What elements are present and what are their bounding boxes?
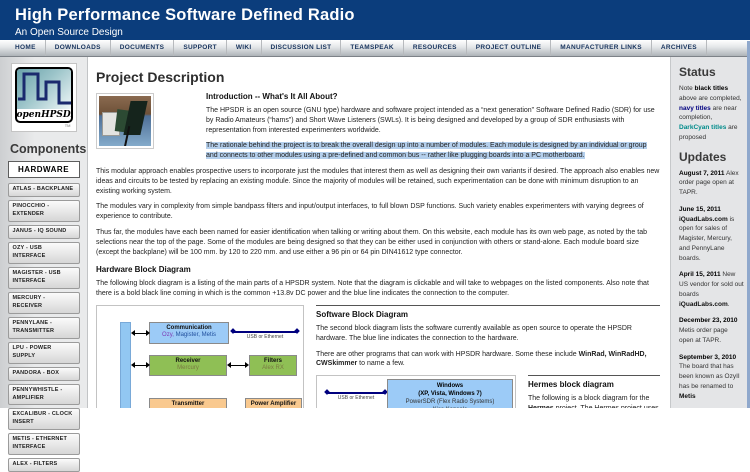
note-black-titles: black titles [695, 85, 729, 92]
hw-box-communication[interactable]: Communication Ozy, Magister, Metis [149, 322, 229, 344]
sidebar-item-magister[interactable]: MAGISTER - USB INTERFACE [8, 267, 80, 289]
page-title: Project Description [96, 69, 660, 85]
status-sidebar: Status Note black titles above are compl… [670, 57, 750, 408]
hermes-paragraph: The following is a block diagram for the… [528, 394, 660, 408]
hw-box-filters-title: Filters [250, 358, 296, 366]
openhpsdr-logo[interactable]: openHPSDR TM [11, 63, 77, 132]
hpsdr-board-photo[interactable] [96, 93, 154, 149]
hermes-heading: Hermes block diagram [528, 380, 660, 389]
hermes-section: Hermes block diagram The following is a … [528, 375, 660, 408]
intro-heading: Introduction -- What's It All About? [206, 92, 660, 101]
hardware-diagram-paragraph: The following block diagram is a listing… [96, 279, 660, 299]
sidebar-item-pandora[interactable]: PANDORA - BOX [8, 367, 80, 381]
site-title: High Performance Software Defined Radio [15, 6, 750, 25]
sidebar-item-metis[interactable]: METIS - ETHERNET INTERFACE [8, 433, 80, 455]
sw-usb-ethernet-line [327, 392, 385, 394]
arrow-receiver-filters [231, 365, 245, 366]
nav-item-downloads[interactable]: DOWNLOADS [46, 40, 111, 56]
arrow-bus-communication [135, 333, 146, 334]
hw-box-receiver[interactable]: Receiver Mercury [149, 355, 227, 376]
main-content: Project Description Introduction -- What… [88, 57, 670, 408]
software-paragraph-2: There are other programs that can work w… [316, 350, 660, 370]
update-entry: April 15, 2011 New US vendor for sold ou… [679, 270, 744, 309]
sidebar-item-pennywhistle[interactable]: PENNYWHISTLE - AMPLIFIER [8, 384, 80, 406]
update-entry: September 3, 2010 The board that has bee… [679, 353, 744, 402]
hardware-diagram-heading: Hardware Block Diagram [96, 265, 660, 274]
note-darkcyan-titles: DarkCyan titles [679, 124, 726, 131]
software-diagram-heading: Software Block Diagram [316, 310, 660, 319]
update-entry: June 15, 2011 iQuadLabs.com is open for … [679, 205, 744, 264]
nav-item-home[interactable]: HOME [6, 40, 46, 56]
intro-paragraph-highlighted: The rationale behind the project is to b… [206, 141, 660, 161]
body-paragraph-modular: This modular approach enables prospectiv… [96, 167, 660, 196]
usb-ethernet-label: USB or Ethernet [233, 334, 297, 340]
nav-item-discussion-list[interactable]: DISCUSSION LIST [262, 40, 342, 56]
sidebar-item-pennylane[interactable]: PENNYLANE - TRANSMITTER [8, 317, 80, 339]
site-subtitle: An Open Source Design [15, 27, 750, 38]
status-note: Note black titles above are completed, n… [679, 84, 744, 143]
circuit-board-image [99, 96, 151, 146]
nav-item-project-outline[interactable]: PROJECT OUTLINE [467, 40, 552, 56]
hw-box-filters[interactable]: Filters Alex RX [249, 355, 297, 376]
nav-item-resources[interactable]: RESOURCES [404, 40, 467, 56]
nav-item-teamspeak[interactable]: TEAMSPEAK [341, 40, 404, 56]
software-section: Software Block Diagram The second block … [316, 305, 660, 408]
link-iquadlabs[interactable]: iQuadLabs.com [679, 216, 728, 223]
body-paragraph-complexity: The modules vary in complexity from simp… [96, 202, 660, 222]
link-magister-metis[interactable]: Magister, Metis [176, 332, 216, 338]
site-header: High Performance Software Defined Radio … [0, 0, 750, 40]
square-wave-icon [17, 69, 71, 109]
nav-item-wiki[interactable]: WIKI [227, 40, 262, 56]
sw-usb-ethernet-label: USB or Ethernet [327, 395, 385, 401]
sidebar-item-pinocchio[interactable]: PINOCCHIO - EXTENDER [8, 200, 80, 222]
link-powersdr[interactable]: PowerSDR (Flex Radio Systems) [388, 399, 512, 407]
atlas-bus-bar[interactable] [120, 322, 131, 408]
intro-paragraph-1: The HPSDR is an open source (GNU type) h… [206, 106, 660, 135]
components-sidebar: openHPSDR TM Components HARDWARE ATLAS -… [0, 57, 88, 408]
nav-item-archives[interactable]: ARCHIVES [652, 40, 707, 56]
hardware-block-diagram[interactable]: Communication Ozy, Magister, Metis Recei… [96, 305, 304, 408]
sidebar-item-lpu[interactable]: LPU - POWER SUPPLY [8, 342, 80, 364]
sidebar-item-excalibur[interactable]: EXCALIBUR - CLOCK INSERT [8, 408, 80, 430]
logo-trademark: TM [15, 123, 73, 128]
main-nav: HOME DOWNLOADS DOCUMENTS SUPPORT WIKI DI… [0, 40, 750, 57]
windows-versions: (XP, Vista, Windows 7) [388, 391, 512, 399]
link-alex-rx[interactable]: Alex RX [250, 365, 296, 373]
sidebar-category-hardware[interactable]: HARDWARE [8, 161, 80, 178]
update-entry: August 7, 2011 Alex order page open at T… [679, 169, 744, 198]
arrow-bus-receiver [135, 365, 146, 366]
nav-item-support[interactable]: SUPPORT [174, 40, 227, 56]
hw-box-power-amplifier[interactable]: Power Amplifier Pennywhistle Munin [245, 398, 302, 408]
link-ozy[interactable]: Ozy, [162, 332, 174, 338]
windows-title: Windows [388, 383, 512, 391]
components-heading: Components [10, 142, 87, 156]
updates-heading: Updates [679, 150, 744, 164]
logo-wordmark: openHPSDR [17, 109, 71, 121]
highlighted-text: The rationale behind the project is to b… [206, 142, 647, 159]
hw-box-transmitter[interactable]: Transmitter Penelope Pennylane [149, 398, 227, 408]
sidebar-item-alex[interactable]: ALEX - FILTERS [8, 458, 80, 472]
usb-ethernet-line [233, 331, 297, 333]
update-entry: December 23, 2010 Metis order page open … [679, 316, 744, 345]
hw-box-receiver-title: Receiver [150, 358, 226, 366]
status-heading: Status [679, 65, 744, 79]
sidebar-item-ozy[interactable]: OZY - USB INTERFACE [8, 242, 80, 264]
software-block-diagram[interactable]: USB or Ethernet Windows (XP, Vista, Wind… [316, 375, 516, 408]
link-iquadlabs[interactable]: iQuadLabs.com [679, 301, 728, 308]
hw-box-transmitter-title: Transmitter [150, 401, 226, 408]
body-paragraph-naming: Thus far, the modules have each been nam… [96, 228, 660, 257]
sidebar-item-janus[interactable]: JANUS - IQ SOUND [8, 225, 80, 239]
hw-box-communication-title: Communication [150, 325, 228, 333]
software-paragraph-1: The second block diagram lists the softw… [316, 324, 660, 344]
note-navy-titles: navy titles [679, 105, 711, 112]
sidebar-item-atlas[interactable]: ATLAS - BACKPLANE [8, 183, 80, 197]
nav-item-documents[interactable]: DOCUMENTS [111, 40, 175, 56]
sidebar-item-mercury[interactable]: MERCURY - RECEIVER [8, 292, 80, 314]
link-mercury[interactable]: Mercury [150, 365, 226, 373]
hw-box-pa-title: Power Amplifier [246, 401, 301, 408]
nav-item-manufacturer-links[interactable]: MANUFACTURER LINKS [551, 40, 652, 56]
windows-software-box[interactable]: Windows (XP, Vista, Windows 7) PowerSDR … [387, 379, 513, 408]
